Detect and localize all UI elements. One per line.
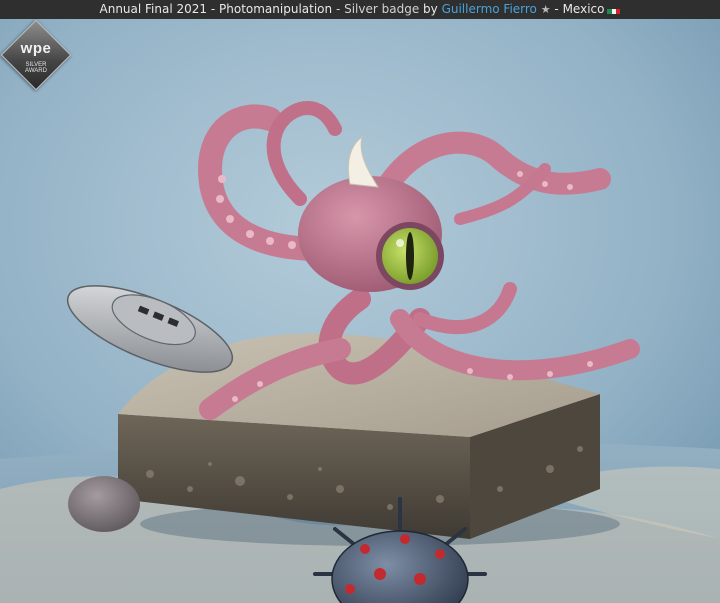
competition-title: Annual Final 2021 <box>99 2 208 16</box>
wpe-silver-award-badge: wpe SILVER AWARD <box>0 19 72 91</box>
mexico-flag-icon <box>607 5 621 14</box>
author-link[interactable]: Guillermo Fierro <box>442 2 537 16</box>
country-label: Mexico <box>562 2 605 16</box>
photomanipulation-artwork <box>0 19 720 603</box>
title-bar: Annual Final 2021 - Photomanipulation - … <box>0 0 720 19</box>
star-icon: ★ <box>540 3 551 16</box>
award-label: Silver badge <box>344 2 420 16</box>
category-label: Photomanipulation <box>219 2 333 16</box>
